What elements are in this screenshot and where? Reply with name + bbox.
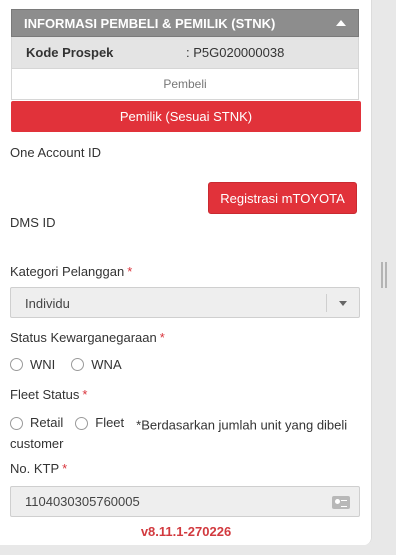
prospek-row: Kode Prospek : P5G020000038 <box>11 37 359 68</box>
tab-pembeli-label: Pembeli <box>163 77 207 91</box>
dms-id-label: DMS ID <box>10 215 56 230</box>
radio-fleet[interactable]: Fleet <box>75 414 124 432</box>
registrasi-mtoyota-label: Registrasi mTOYOTA <box>220 190 345 206</box>
kewarganegaraan-radio-group: WNI WNA <box>10 357 136 372</box>
form-scroll-area[interactable]: INFORMASI PEMBELI & PEMILIK (STNK) Kode … <box>0 0 371 517</box>
chevron-up-icon[interactable] <box>336 20 346 26</box>
kategori-select-value: Individu <box>25 296 70 311</box>
kewarganegaraan-label-text: Status Kewarganegaraan <box>10 330 157 345</box>
radio-wna-circle[interactable] <box>71 358 85 371</box>
radio-fleet-circle[interactable] <box>75 416 89 430</box>
ktp-input-value: 1104030305760005 <box>25 494 140 509</box>
resize-handle[interactable] <box>381 262 387 288</box>
fleet-status-label-text: Fleet Status <box>10 387 80 402</box>
kategori-label-text: Kategori Pelanggan <box>10 264 125 279</box>
kategori-select[interactable]: Individu <box>10 287 360 318</box>
id-card-icon[interactable] <box>332 496 350 509</box>
radio-retail-circle[interactable] <box>10 416 23 430</box>
radio-retail[interactable]: Retail <box>10 414 63 432</box>
version-text: v8.11.1-270226 <box>140 523 232 539</box>
radio-wna[interactable]: WNA <box>71 357 122 372</box>
version-footer: v8.11.1-270226 <box>0 517 371 545</box>
prospek-label: Kode Prospek <box>26 45 114 60</box>
resize-handle-bar <box>385 262 387 288</box>
chevron-down-icon[interactable] <box>339 301 347 306</box>
fleet-status-row: Retail Fleet *Berdasarkan jumlah unit ya… <box>10 414 360 453</box>
registrasi-mtoyota-button[interactable]: Registrasi mTOYOTA <box>208 182 357 214</box>
kewarganegaraan-label: Status Kewarganegaraan * <box>10 330 165 345</box>
kategori-label: Kategori Pelanggan * <box>10 264 132 279</box>
radio-retail-label: Retail <box>30 415 64 430</box>
ktp-label-text: No. KTP <box>10 461 60 476</box>
radio-wni-circle[interactable] <box>10 358 23 371</box>
resize-handle-bar <box>381 262 383 288</box>
radio-wni[interactable]: WNI <box>10 357 55 372</box>
tab-pembeli[interactable]: Pembeli <box>11 68 359 100</box>
radio-wni-label: WNI <box>30 357 56 372</box>
select-divider <box>326 294 327 312</box>
tab-pemilik[interactable]: Pemilik (Sesuai STNK) <box>11 101 361 132</box>
radio-fleet-label: Fleet <box>95 415 125 430</box>
tab-pemilik-label: Pemilik (Sesuai STNK) <box>119 109 253 124</box>
required-marker: * <box>82 387 88 402</box>
required-marker: * <box>62 461 68 476</box>
ktp-label: No. KTP * <box>10 461 67 476</box>
section-title: INFORMASI PEMBELI & PEMILIK (STNK) <box>24 15 276 31</box>
form-panel: INFORMASI PEMBELI & PEMILIK (STNK) Kode … <box>0 0 372 545</box>
section-header[interactable]: INFORMASI PEMBELI & PEMILIK (STNK) <box>11 9 359 37</box>
required-marker: * <box>159 330 165 345</box>
one-account-label: One Account ID <box>10 145 102 160</box>
required-marker: * <box>127 264 133 279</box>
radio-wna-label: WNA <box>91 357 122 372</box>
fleet-status-label: Fleet Status * <box>10 387 87 402</box>
ktp-input[interactable]: 1104030305760005 <box>10 486 360 517</box>
prospek-value: : P5G020000038 <box>186 45 285 60</box>
